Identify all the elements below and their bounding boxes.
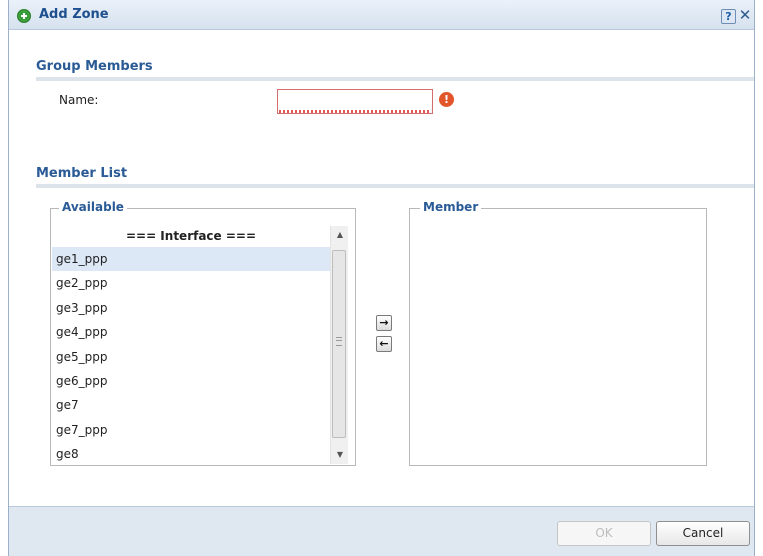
available-legend: Available [59, 200, 127, 214]
list-item[interactable]: ge7_ppp [52, 418, 330, 442]
member-list-heading: Member List [36, 166, 128, 181]
validation-underline [279, 110, 431, 113]
list-item[interactable]: ge4_ppp [52, 320, 330, 344]
group-members-heading: Group Members [36, 59, 153, 74]
add-to-member-button[interactable]: → [376, 315, 392, 331]
available-list-box: Available === Interface === ge1_ppp ge2_p… [50, 200, 356, 466]
remove-from-member-button[interactable]: ← [376, 336, 392, 352]
list-group-header: === Interface === [125, 229, 257, 243]
dialog-footer: OK Cancel [9, 506, 754, 556]
ok-button[interactable]: OK [557, 521, 651, 546]
member-list-box: Member [409, 200, 707, 466]
list-item[interactable]: ge5_ppp [52, 345, 330, 369]
list-item[interactable]: ge2_ppp [52, 271, 330, 295]
list-item[interactable]: ge6_ppp [52, 369, 330, 393]
list-item[interactable]: ge7 [52, 393, 330, 417]
help-icon[interactable]: ? [721, 9, 736, 24]
add-circle-icon [17, 9, 31, 23]
cancel-button[interactable]: Cancel [656, 521, 750, 546]
scroll-up-arrow-icon[interactable]: ▲ [331, 226, 349, 244]
scroll-thumb[interactable] [332, 250, 346, 438]
member-legend: Member [420, 200, 482, 214]
available-scrollbar[interactable]: ▲ ▼ [330, 226, 348, 464]
name-label: Name: [59, 93, 99, 107]
dialog-titlebar: Add Zone ? ✕ [9, 0, 754, 30]
close-icon[interactable]: ✕ [738, 7, 752, 23]
list-item[interactable]: ge8 [52, 442, 330, 464]
scroll-grip-icon [336, 337, 342, 346]
available-list[interactable]: === Interface === ge1_ppp ge2_ppp ge3_ppp g… [52, 226, 330, 464]
list-item[interactable]: ge3_ppp [52, 296, 330, 320]
dialog-title: Add Zone [39, 7, 109, 22]
member-list[interactable] [411, 226, 703, 464]
section-divider [36, 77, 754, 81]
add-zone-dialog: Add Zone ? ✕ Group Members Name: ! Membe… [8, 0, 755, 556]
list-item[interactable]: ge1_ppp [52, 247, 330, 272]
section-divider [36, 184, 754, 188]
error-icon: ! [439, 92, 454, 107]
scroll-down-arrow-icon[interactable]: ▼ [331, 446, 349, 464]
